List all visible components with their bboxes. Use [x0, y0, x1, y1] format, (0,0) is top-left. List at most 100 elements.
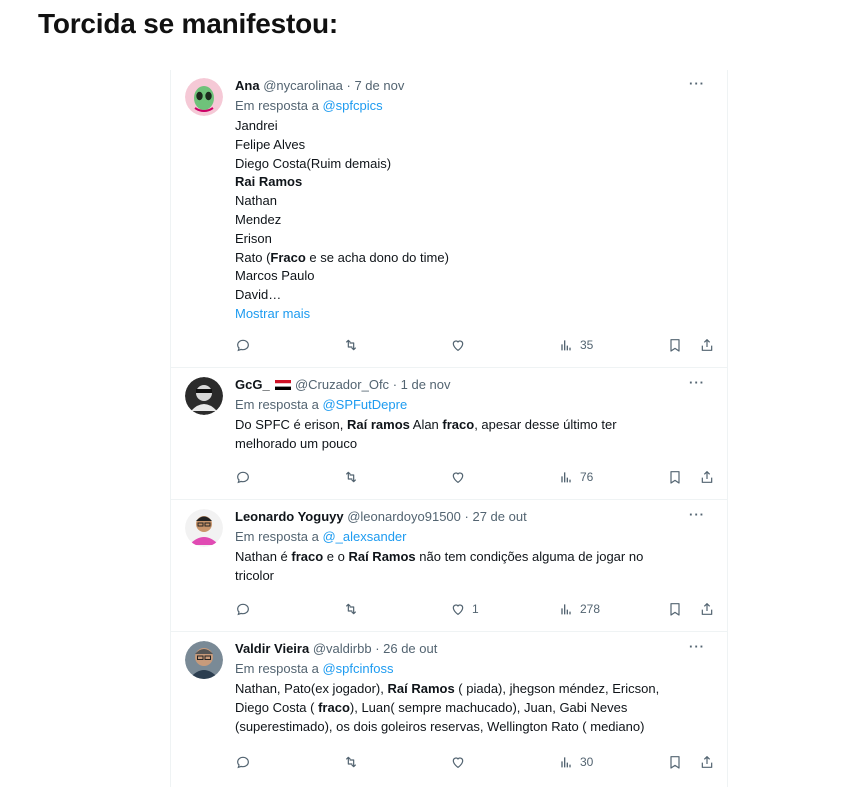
share-button[interactable] [699, 336, 715, 354]
views-count: 278 [580, 602, 601, 616]
more-options-icon[interactable]: ··· [689, 639, 705, 654]
text-line: Nathan é fraco e o Raí Ramos não tem con… [235, 549, 644, 564]
author-handle[interactable]: @nycarolinaa [263, 78, 343, 93]
avatar-valdir[interactable] [185, 641, 223, 679]
bookmark-icon [670, 603, 680, 616]
reply-prefix: Em resposta a [235, 98, 319, 113]
tweet-text: Do SPFC é erison, Raí ramos Alan fraco, … [235, 416, 717, 454]
views-button[interactable]: 76 [558, 468, 593, 486]
share-button[interactable] [699, 753, 715, 771]
tweet-gcg[interactable]: GcG_ @Cruzador_Ofc · 1 de nov ··· Em res… [171, 367, 727, 500]
bold-text: fraco [442, 417, 475, 432]
avatar-leonardo[interactable] [185, 509, 223, 547]
author-name[interactable]: Valdir Vieira [235, 641, 309, 656]
reply-icon [237, 756, 249, 769]
tweet-feed: Ana @nycarolinaa · 7 de nov ··· Em respo… [170, 70, 728, 787]
author-name[interactable]: Ana [235, 78, 260, 93]
reply-context: Em resposta a @SPFutDepre [235, 397, 717, 413]
show-more-link[interactable]: Mostrar mais [235, 305, 717, 324]
bold-text: fraco [291, 549, 324, 564]
bold-text: Raí ramos [347, 417, 410, 432]
tweet-date[interactable]: · 7 de nov [347, 78, 405, 93]
reply-context: Em resposta a @spfcpics [235, 98, 717, 114]
tweet-text: Nathan, Pato(ex jogador), Raí Ramos ( pi… [235, 680, 717, 736]
more-options-icon[interactable]: ··· [689, 76, 705, 91]
bookmark-button[interactable] [667, 753, 683, 771]
bold-text: Raí Ramos [348, 549, 416, 564]
text-line: Diego Costa(Ruim demais) [235, 155, 392, 171]
tweet-actions: 1 278 [235, 600, 715, 618]
bold-text: fraco [318, 699, 350, 715]
share-icon [701, 339, 713, 351]
like-button[interactable] [450, 336, 472, 354]
retweet-icon [345, 756, 357, 768]
bold-text: Fraco [270, 249, 306, 265]
page-headline: Torcida se manifestou: [38, 8, 339, 39]
text-line: Erison [235, 230, 272, 246]
retweet-button[interactable] [343, 753, 359, 771]
flag-icon [275, 380, 292, 390]
author-handle[interactable]: @Cruzador_Ofc [295, 377, 389, 392]
tweet-header: Valdir Vieira @valdirbb · 26 de out [235, 641, 717, 657]
reply-button[interactable] [235, 753, 251, 771]
retweet-button[interactable] [343, 468, 359, 486]
reply-icon [237, 339, 249, 352]
bookmark-button[interactable] [667, 336, 683, 354]
reply-mention[interactable]: @SPFutDepre [322, 397, 407, 412]
like-button[interactable] [450, 468, 472, 486]
like-button[interactable]: 1 [450, 600, 479, 618]
share-icon [701, 603, 713, 615]
tweet-ana[interactable]: Ana @nycarolinaa · 7 de nov ··· Em respo… [171, 70, 727, 368]
reply-context: Em resposta a @spfcinfoss [235, 661, 717, 677]
bookmark-button[interactable] [667, 468, 683, 486]
like-button[interactable] [450, 753, 472, 771]
views-button[interactable]: 35 [558, 336, 593, 354]
tweet-text: Jandrei Felipe Alves Diego Costa(Ruim de… [235, 117, 717, 324]
reply-prefix: Em resposta a [235, 397, 319, 412]
bookmark-button[interactable] [667, 600, 683, 618]
reply-mention[interactable]: @spfcpics [322, 98, 382, 113]
reply-mention[interactable]: @spfcinfoss [322, 661, 393, 676]
retweet-icon [345, 339, 357, 351]
views-button[interactable]: 30 [558, 753, 593, 771]
retweet-button[interactable] [343, 600, 359, 618]
reply-prefix: Em resposta a [235, 529, 319, 544]
tweet-date[interactable]: · 27 de out [465, 509, 527, 524]
author-handle[interactable]: @leonardoyo91500 [347, 509, 461, 524]
tweet-text: Nathan é fraco e o Raí Ramos não tem con… [235, 548, 717, 586]
text-line: Nathan [235, 193, 277, 209]
retweet-button[interactable] [343, 336, 359, 354]
tweet-date[interactable]: · 26 de out [375, 641, 437, 656]
views-count: 35 [580, 338, 594, 352]
text-line: Diego Costa ( fraco), Luan( sempre machu… [235, 699, 628, 715]
text-line: Jandrei [235, 118, 278, 133]
tweet-header: GcG_ @Cruzador_Ofc · 1 de nov [235, 377, 717, 393]
author-name[interactable]: Leonardo Yoguyy [235, 509, 344, 524]
like-count: 1 [472, 602, 479, 616]
retweet-icon [345, 603, 357, 615]
author-handle[interactable]: @valdirbb [313, 641, 372, 656]
tweet-leonardo[interactable]: Leonardo Yoguyy @leonardoyo91500 · 27 de… [171, 499, 727, 632]
tweet-valdir[interactable]: Valdir Vieira @valdirbb · 26 de out ··· … [171, 631, 727, 787]
share-button[interactable] [699, 468, 715, 486]
share-button[interactable] [699, 600, 715, 618]
views-button[interactable]: 278 [558, 600, 600, 618]
tweet-date[interactable]: · 1 de nov [393, 377, 451, 392]
share-icon [701, 471, 713, 483]
reply-context: Em resposta a @_alexsander [235, 529, 717, 545]
text-line: David… [235, 287, 282, 303]
reply-button[interactable] [235, 468, 251, 486]
avatar-gcg[interactable] [185, 377, 223, 415]
reply-button[interactable] [235, 600, 251, 618]
author-name[interactable]: GcG_ [235, 377, 270, 392]
like-icon [452, 340, 464, 352]
bookmark-icon [670, 339, 680, 352]
reply-mention[interactable]: @_alexsander [322, 529, 406, 544]
avatar-alien[interactable] [185, 78, 223, 116]
more-options-icon[interactable]: ··· [689, 375, 705, 390]
text-line: (superestimado), os dois goleiros reserv… [235, 718, 645, 734]
reply-button[interactable] [235, 336, 251, 354]
more-options-icon[interactable]: ··· [689, 507, 705, 522]
text-line: Felipe Alves [235, 136, 306, 152]
text-line: Nathan, Pato(ex jogador), Raí Ramos ( pi… [235, 681, 660, 696]
